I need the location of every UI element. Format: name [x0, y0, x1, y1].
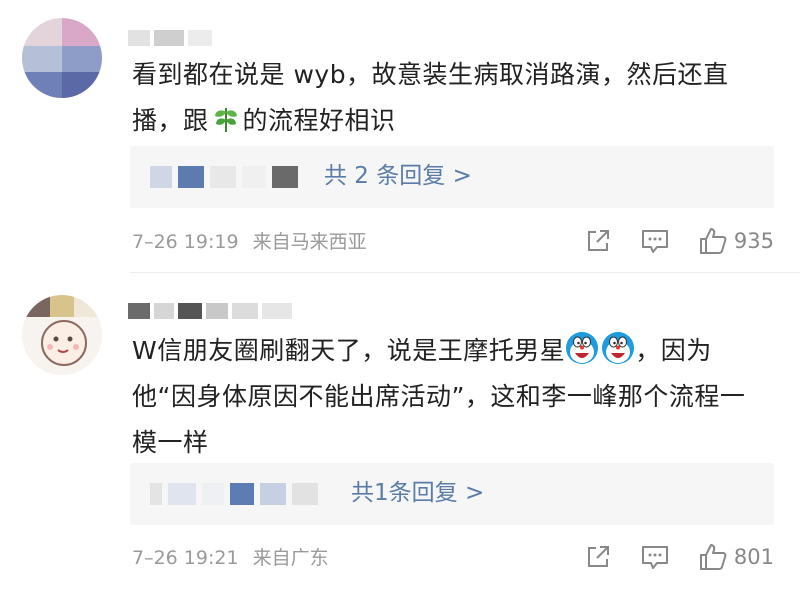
like-button[interactable]: 801 [698, 542, 774, 572]
comment-button[interactable] [640, 227, 670, 255]
comment-date: 7–26 19:19 [132, 231, 239, 253]
comment-icon [641, 230, 668, 253]
reply-users-obscured [150, 166, 298, 188]
reply-preview[interactable]: 共1条回复 > [130, 463, 774, 525]
comment-icon [641, 546, 668, 569]
like-button[interactable]: 935 [698, 226, 774, 256]
comment-text-part: W信朋友圈刷翻天了，说是王摩托男星 [132, 336, 566, 365]
view-replies-link[interactable]: 共1条回复 > [351, 477, 484, 509]
like-count: 935 [733, 229, 774, 253]
thumbs-up-icon [699, 228, 727, 254]
leaf-emoji-icon [211, 103, 241, 133]
comment-item: W信朋友圈刷翻天了，说是王摩托男星 ，因为他“因身体原因不能出席活动”，这和李一峰… [0, 273, 800, 599]
comment-date: 7–26 19:21 [132, 547, 239, 569]
share-button[interactable] [584, 227, 612, 255]
comment-item: 看到都在说是 wyb，故意装生病取消路演，然后还直播，跟 的流程好相识 共 2 条… [0, 0, 800, 272]
comment-text-part: 的流程好相识 [242, 106, 396, 135]
comment-text: W信朋友圈刷翻天了，说是王摩托男星 ，因为他“因身体原因不能出席活动”，这和李一峰… [132, 328, 770, 466]
comment-actions: 801 [556, 542, 774, 572]
comment-location: 来自马来西亚 [252, 231, 367, 253]
username-obscured[interactable] [128, 28, 212, 48]
share-button[interactable] [584, 543, 612, 571]
share-icon [587, 230, 609, 251]
comment-actions: 935 [556, 226, 774, 256]
comment-meta: 7–26 19:19 来自马来西亚 [132, 229, 367, 255]
comment-text: 看到都在说是 wyb，故意装生病取消路演，然后还直播，跟 的流程好相识 [132, 52, 770, 144]
avatar[interactable] [22, 18, 102, 98]
comment-button[interactable] [640, 543, 670, 571]
share-icon [587, 546, 609, 567]
view-replies-link[interactable]: 共 2 条回复 > [324, 160, 472, 192]
doraemon-emoji-icon [565, 331, 599, 365]
doraemon-emoji-icon [601, 331, 635, 365]
comment-location: 来自广东 [252, 547, 329, 569]
username-obscured[interactable] [128, 301, 292, 321]
thumbs-up-icon [699, 544, 727, 570]
reply-preview[interactable]: 共 2 条回复 > [130, 146, 774, 208]
like-count: 801 [733, 545, 774, 569]
avatar[interactable] [22, 295, 102, 375]
comment-meta: 7–26 19:21 来自广东 [132, 545, 329, 571]
reply-users-obscured [150, 483, 318, 505]
